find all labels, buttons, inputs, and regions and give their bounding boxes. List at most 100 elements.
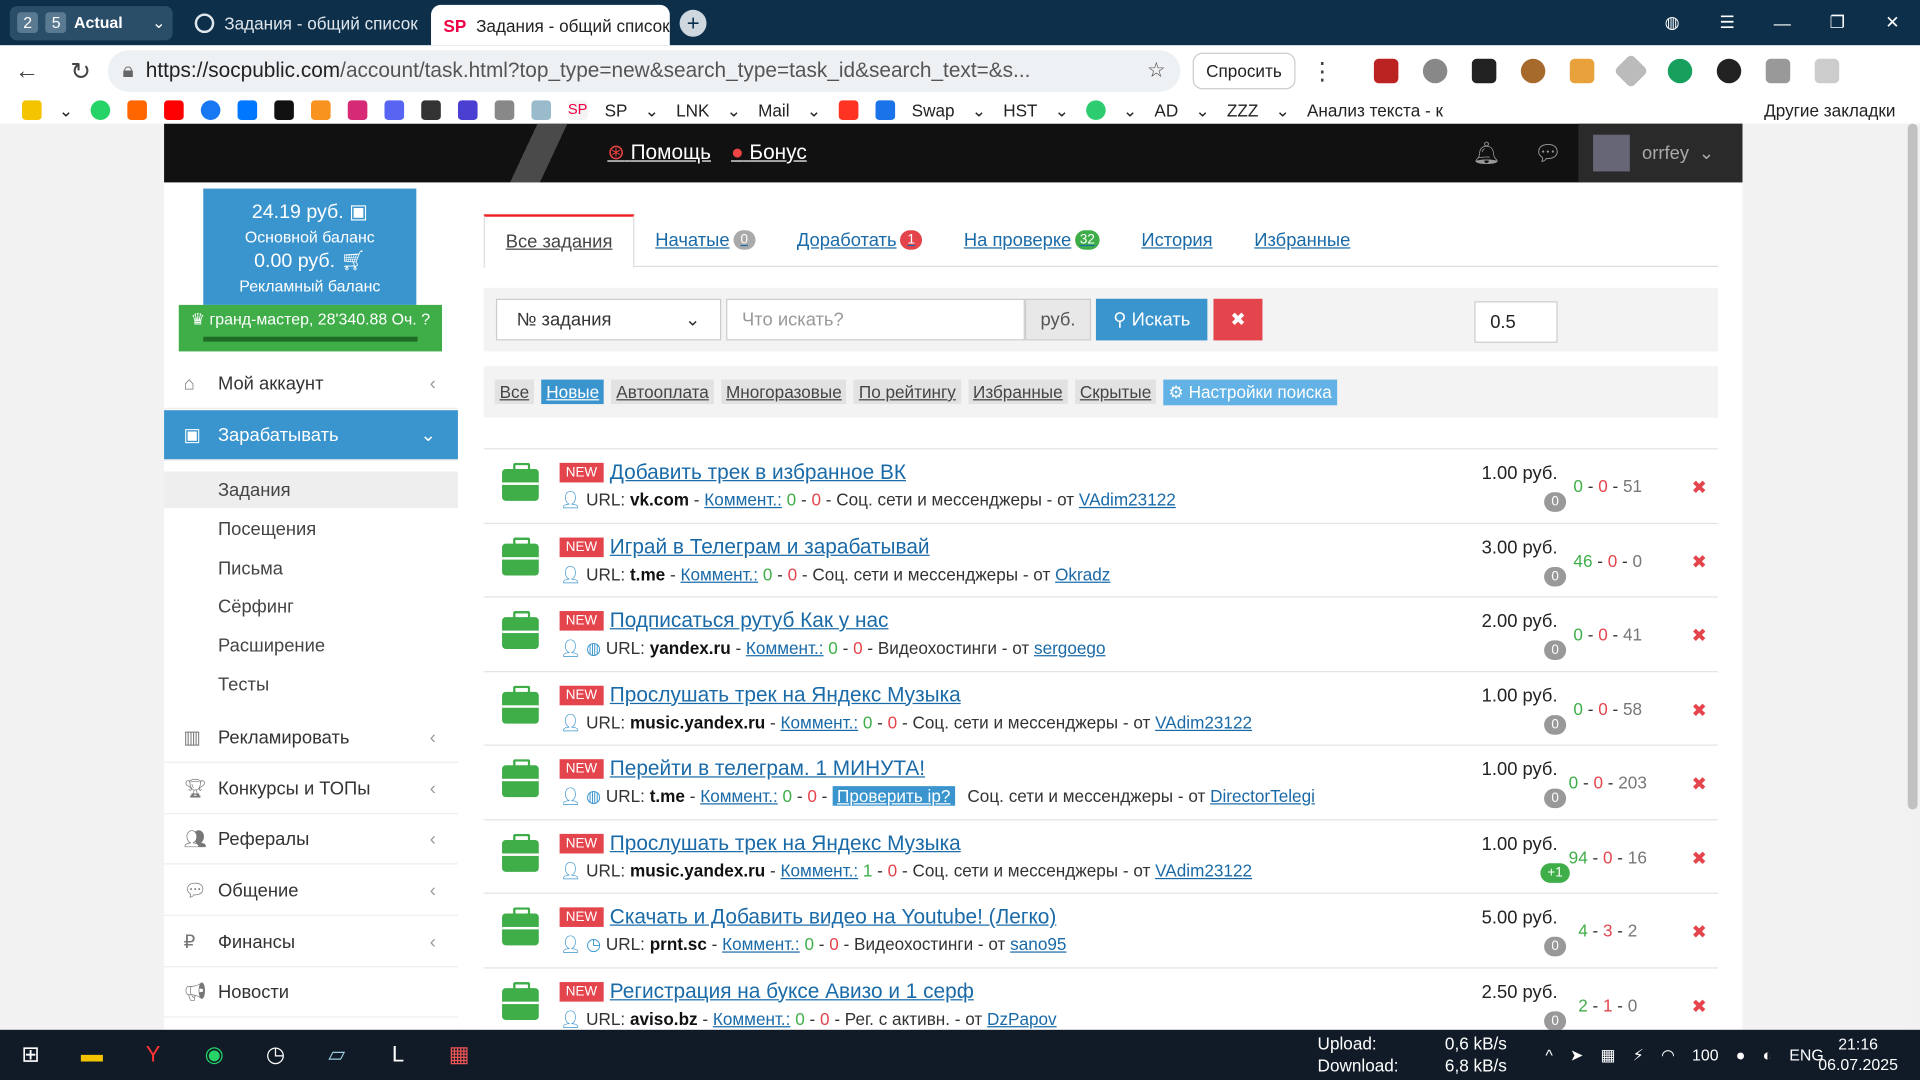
author-link[interactable]: sergoego: [1034, 638, 1105, 658]
sidebar-item-advertise[interactable]: ▥ Рекламировать ‹: [164, 713, 458, 763]
search-type-select[interactable]: № задания ⌄: [495, 298, 722, 341]
fire-icon[interactable]: [838, 100, 858, 121]
tray-network-icon[interactable]: ⚡: [1633, 1045, 1644, 1065]
filter-autopay[interactable]: Автооплата: [611, 379, 714, 405]
bookmark-ibb-icon[interactable]: [874, 100, 895, 121]
x-twitter-icon[interactable]: [273, 100, 294, 121]
extension-green-icon[interactable]: [1667, 58, 1693, 84]
extension-cookie-icon[interactable]: [1520, 58, 1546, 84]
telegram-icon[interactable]: ➤: [1570, 1045, 1583, 1065]
new-tab-button[interactable]: +: [679, 9, 707, 37]
odnoklassniki-icon[interactable]: [310, 100, 331, 121]
author-link[interactable]: VAdim23122: [1079, 490, 1176, 510]
clear-search-button[interactable]: ✖: [1213, 298, 1263, 341]
hide-task-icon[interactable]: ✖: [1692, 699, 1707, 721]
task-title-link[interactable]: Играй в Телеграм и зарабатывай: [610, 534, 930, 558]
bookmark-analiz[interactable]: Анализ текста - к: [1307, 100, 1443, 120]
comments-link[interactable]: Коммент.:: [781, 860, 859, 880]
sidebar-item-finance[interactable]: ₽ Финансы ‹: [164, 917, 458, 968]
sidebar-item-referrals[interactable]: 👥︎ Рефералы ‹: [164, 814, 458, 865]
comments-link[interactable]: Коммент.:: [680, 564, 758, 584]
chevron-down-icon[interactable]: ⌄: [807, 100, 821, 121]
comments-link[interactable]: Коммент.:: [781, 712, 859, 732]
yandex-browser-icon[interactable]: Y: [122, 1042, 183, 1068]
instagram-icon[interactable]: [347, 100, 368, 121]
hide-task-icon[interactable]: ✖: [1692, 624, 1707, 647]
help-link[interactable]: ⊛ Помощь: [607, 141, 711, 165]
l-app-icon[interactable]: L: [367, 1042, 428, 1068]
close-window-icon[interactable]: ✕: [1865, 12, 1920, 33]
bookmark-folder-sp[interactable]: SP: [605, 100, 628, 120]
minimize-icon[interactable]: —: [1755, 13, 1810, 33]
sidebar-subitem-letters[interactable]: Письма: [164, 550, 458, 587]
tray-app-icon[interactable]: ▦: [1600, 1045, 1615, 1065]
windows-start-icon[interactable]: ⊞: [0, 1042, 61, 1068]
bookmark-star-icon[interactable]: ☆: [1147, 59, 1166, 83]
more-vert-icon[interactable]: ⋮: [1295, 56, 1349, 87]
author-link[interactable]: DzPapov: [987, 1008, 1057, 1028]
whatsapp-icon[interactable]: [90, 100, 110, 121]
extensions-puzzle-icon[interactable]: [1765, 58, 1790, 84]
clock-app-icon[interactable]: ◷: [245, 1042, 306, 1068]
bookmark-folder-lnk[interactable]: LNK: [676, 100, 709, 120]
comments-link[interactable]: Коммент.:: [722, 934, 800, 954]
bookmark-folder-icon[interactable]: [22, 100, 42, 121]
page-scrollbar[interactable]: [1905, 123, 1920, 1030]
comments-link[interactable]: Коммент.:: [704, 490, 782, 510]
filter-new[interactable]: Новые: [541, 379, 605, 405]
extension-shield-icon[interactable]: [1373, 58, 1399, 84]
tab-favorites[interactable]: Избранные: [1233, 214, 1371, 265]
lock-icon[interactable]: 🔒︎: [122, 59, 133, 83]
chat-icon[interactable]: 💬︎: [1517, 140, 1578, 166]
search-settings-button[interactable]: ⚙ Настройки поиска: [1163, 378, 1337, 405]
task-title-link[interactable]: Прослушать трек на Яндекс Музыка: [610, 683, 961, 707]
hide-task-icon[interactable]: ✖: [1692, 550, 1707, 573]
author-link[interactable]: DirectorTelegi: [1210, 786, 1315, 806]
chevron-up-icon[interactable]: ^: [1545, 1046, 1552, 1064]
bookmark-p-icon[interactable]: [420, 100, 441, 121]
browser-tab[interactable]: Задания - общий список: [183, 4, 422, 41]
tab-history[interactable]: История: [1121, 214, 1234, 265]
chevron-down-icon[interactable]: ⌄: [1123, 100, 1137, 121]
filter-all[interactable]: Все: [494, 379, 535, 405]
sidebar-item-contests[interactable]: 🏆︎ Конкурсы и ТОПы ‹: [164, 764, 458, 815]
menu-icon[interactable]: ☰: [1700, 12, 1755, 33]
sidebar-item-chat[interactable]: 💬︎ Общение ‹: [164, 866, 458, 916]
sidebar-subitem-visits[interactable]: Посещения: [164, 511, 458, 548]
workspace-switcher[interactable]: 2 5 Actual ⌄: [9, 5, 173, 40]
hide-task-icon[interactable]: ✖: [1692, 995, 1707, 1017]
filter-rating[interactable]: По рейтингу: [853, 379, 961, 405]
help-circle-icon[interactable]: ?: [421, 310, 430, 328]
task-title-link[interactable]: Скачать и Добавить видео на Youtube! (Ле…: [610, 905, 1057, 929]
comments-link[interactable]: Коммент.:: [700, 786, 778, 806]
task-title-link[interactable]: Перейти в телеграм. 1 МИНУТА!: [610, 757, 925, 781]
chevron-down-icon[interactable]: ⌄: [1275, 100, 1289, 121]
tab-rework[interactable]: Доработать 1: [776, 214, 943, 265]
filter-favorites[interactable]: Избранные: [968, 379, 1068, 405]
bookmark-folder-mail[interactable]: Mail: [758, 100, 789, 120]
browser-tab-active[interactable]: SP Задания - общий список ✕: [431, 4, 670, 46]
wifi-icon[interactable]: ◠: [1661, 1045, 1675, 1065]
file-explorer-icon[interactable]: ▬: [61, 1042, 122, 1068]
sidebar-item-account[interactable]: ⌂ Мой аккаунт ‹: [164, 359, 458, 409]
bookmark-purple-icon[interactable]: [384, 100, 404, 121]
sidebar-subitem-surfing[interactable]: Сёрфинг: [164, 588, 458, 625]
tray-color-icon[interactable]: ●: [1736, 1046, 1746, 1064]
back-icon[interactable]: ←: [0, 57, 54, 85]
extension-badge-icon[interactable]: [1716, 58, 1741, 84]
sp-icon[interactable]: SP: [567, 100, 587, 121]
hide-task-icon[interactable]: ✖: [1692, 476, 1707, 499]
sidebar-item-earn[interactable]: ▣ Зарабатывать ⌄: [164, 410, 458, 461]
task-title-link[interactable]: Регистрация на буксе Авизо и 1 серф: [610, 979, 974, 1003]
author-link[interactable]: VAdim23122: [1155, 860, 1252, 880]
chevron-down-icon[interactable]: ⌄: [645, 100, 659, 121]
other-bookmarks[interactable]: Другие закладки: [1764, 100, 1895, 120]
extension-diamond-icon[interactable]: [1613, 53, 1649, 89]
filter-reusable[interactable]: Многоразовые: [721, 379, 847, 405]
download-icon[interactable]: [1814, 58, 1839, 84]
comments-link[interactable]: Коммент.:: [746, 638, 824, 658]
comments-link[interactable]: Коммент.:: [713, 1008, 791, 1028]
search-button[interactable]: ⚲ Искать: [1095, 298, 1208, 341]
notebook-icon[interactable]: ▱: [306, 1042, 367, 1068]
bookmark-folder-swap[interactable]: Swap: [912, 100, 955, 120]
